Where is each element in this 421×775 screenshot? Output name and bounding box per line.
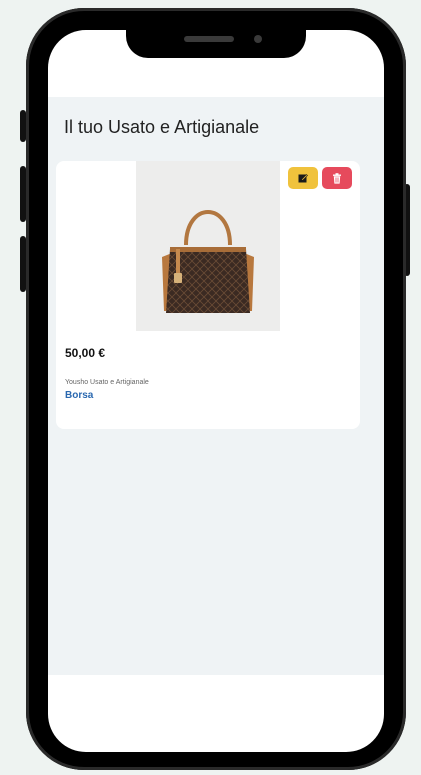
edit-icon (298, 174, 308, 183)
trash-icon (333, 172, 341, 184)
product-image[interactable] (136, 161, 280, 331)
handbag-icon (162, 210, 254, 313)
phone-screen: Il tuo Usato e Artigianale 50,00 € Yoush… (48, 30, 384, 752)
front-camera (254, 35, 262, 43)
product-card[interactable]: 50,00 € Yousho Usato e Artigianale Borsa (56, 161, 360, 429)
phone-notch (126, 30, 306, 58)
edit-button[interactable] (288, 167, 318, 189)
page-content: Il tuo Usato e Artigianale 50,00 € Yoush… (48, 97, 384, 675)
seller-name: Yousho Usato e Artigianale (65, 379, 149, 386)
product-price: 50,00 € (65, 346, 106, 360)
delete-button[interactable] (322, 167, 352, 189)
product-name-link[interactable]: Borsa (65, 390, 93, 401)
speaker-grille (184, 36, 234, 42)
page-title: Il tuo Usato e Artigianale (64, 117, 260, 137)
